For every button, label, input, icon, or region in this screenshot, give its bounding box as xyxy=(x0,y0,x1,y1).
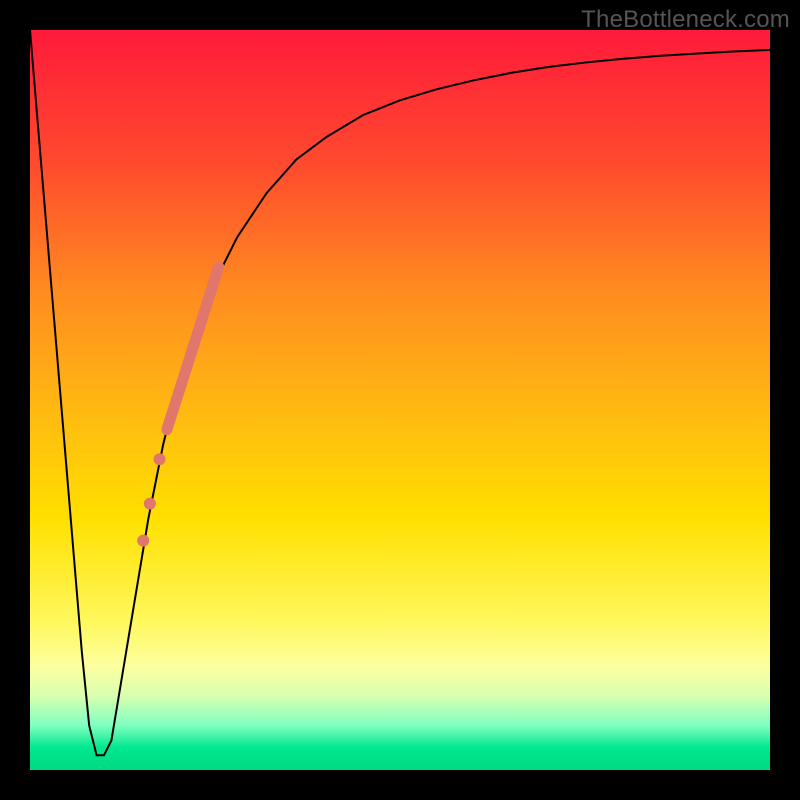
bottleneck-curve xyxy=(30,30,770,755)
watermark-text: TheBottleneck.com xyxy=(581,6,790,34)
plot-area xyxy=(30,30,770,770)
chart-frame: TheBottleneck.com xyxy=(0,0,800,800)
chart-svg xyxy=(30,30,770,770)
highlight-band xyxy=(167,267,219,430)
highlight-dots xyxy=(137,453,165,546)
